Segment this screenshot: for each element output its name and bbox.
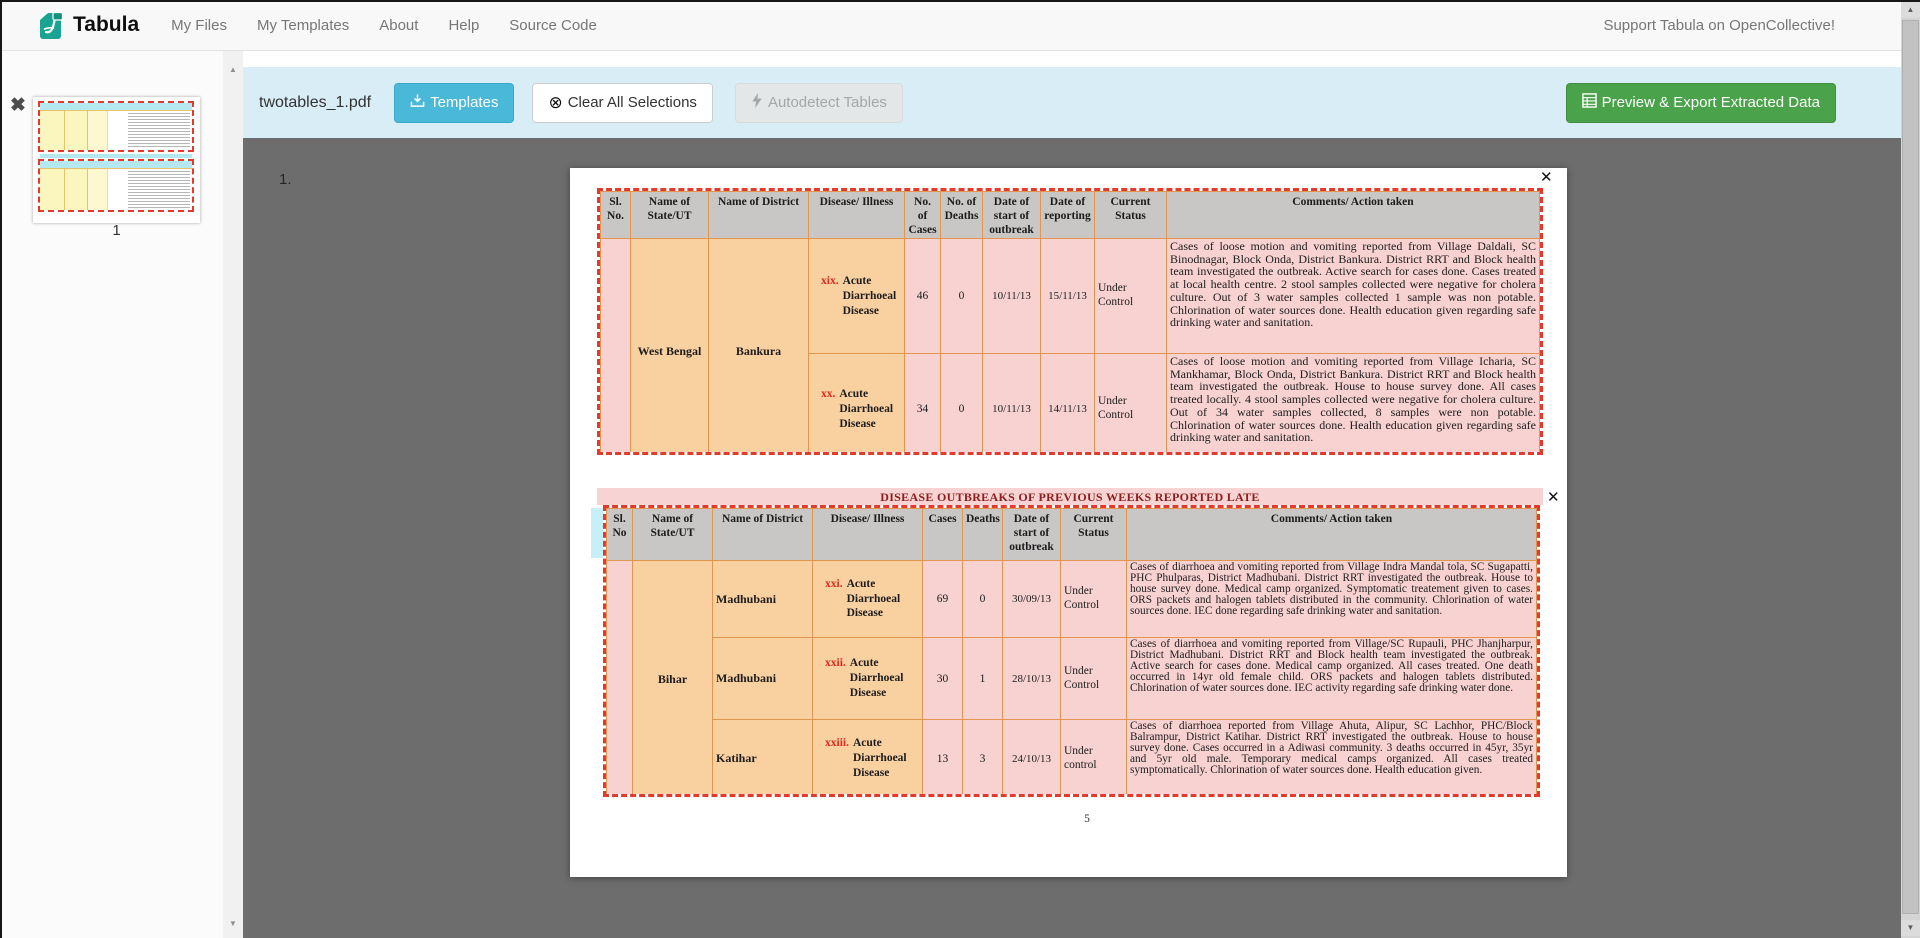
preview-export-button[interactable]: Preview & Export Extracted Data: [1566, 83, 1836, 123]
export-button-label: Preview & Export Extracted Data: [1602, 94, 1820, 111]
nav-links: My Files My Templates About Help Source …: [169, 13, 599, 38]
clear-button-label: Clear All Selections: [568, 94, 697, 111]
disease-cell: xix. Acute Diarrhoeal Disease: [812, 274, 901, 319]
district-cell: Madhubani: [713, 638, 813, 720]
templates-icon: [410, 93, 425, 112]
thumbnail-page-number: 1: [33, 222, 200, 239]
circled-x-icon: ⊗: [548, 94, 562, 111]
table2-title: DISEASE OUTBREAKS OF PREVIOUS WEEKS REPO…: [597, 488, 1543, 505]
document-canvas: 1. Sl. No. Name of State/UT Name of Dist…: [243, 138, 1901, 938]
lightning-bolt-icon: [751, 93, 763, 112]
disease-cell: xxiii. Acute Diarrhoeal Disease: [816, 736, 919, 781]
brand-title: Tabula: [73, 13, 139, 37]
thumbnail-table-header: [40, 161, 192, 169]
scroll-up-arrow-icon[interactable]: ▲: [223, 62, 243, 78]
deaths-cell: 0: [941, 354, 983, 455]
remove-selection-2-icon[interactable]: ✕: [1547, 490, 1560, 505]
report-date-cell: 14/11/13: [1041, 354, 1095, 455]
cases-cell: 13: [923, 720, 963, 798]
comments-cell: Cases of loose motion and vomiting repor…: [1167, 239, 1540, 354]
cases-cell: 30: [923, 638, 963, 720]
start-date-cell: 10/11/13: [983, 354, 1041, 455]
disease-cell: xxi. Acute Diarrhoeal Disease: [816, 577, 919, 622]
district-cell: Madhubani: [713, 561, 813, 638]
autodetect-button-label: Autodetect Tables: [768, 94, 887, 111]
window-left-edge: [0, 0, 2, 938]
disease-cell: xx. Acute Diarrhoeal Disease: [812, 387, 901, 432]
templates-button[interactable]: Templates: [394, 83, 514, 123]
support-link[interactable]: Support Tabula on OpenCollective!: [1603, 17, 1835, 34]
window-scrollbar[interactable]: ▲ ▼: [1901, 0, 1920, 938]
status-cell: Under Control: [1061, 638, 1127, 720]
table-row: Madhubani xxii. Acute Diarrhoeal Disease…: [607, 638, 1537, 720]
deaths-cell: 3: [963, 720, 1003, 798]
table-grid-icon: [1582, 93, 1597, 112]
status-cell: Under Control: [1095, 354, 1167, 455]
clear-all-selections-button[interactable]: ⊗ Clear All Selections: [532, 83, 712, 123]
report-date-cell: 15/11/13: [1041, 239, 1095, 354]
state-cell: Bihar: [633, 561, 713, 798]
deaths-cell: 1: [963, 638, 1003, 720]
page-thumbnail[interactable]: [33, 97, 200, 223]
table2-header-row: Sl. No Name of State/UT Name of District…: [607, 509, 1537, 561]
cases-cell: 34: [905, 354, 941, 455]
table-selection-1[interactable]: Sl. No. Name of State/UT Name of Distric…: [597, 188, 1543, 455]
start-date-cell: 24/10/13: [1003, 720, 1061, 798]
state-cell: West Bengal: [631, 239, 709, 455]
district-cell: Bankura: [709, 239, 809, 455]
pdf-page-footer-number: 5: [1075, 813, 1099, 825]
templates-button-label: Templates: [430, 94, 498, 111]
outbreak-table-2: Sl. No Name of State/UT Name of District…: [606, 508, 1537, 797]
status-cell: Under Control: [1095, 239, 1167, 354]
scroll-up-arrow-icon[interactable]: ▲: [1901, 2, 1920, 18]
pdf-filename: twotables_1.pdf: [259, 94, 371, 112]
scroll-down-arrow-icon[interactable]: ▼: [1901, 920, 1920, 936]
cases-cell: 46: [905, 239, 941, 354]
comments-cell: Cases of diarrhoea reported from Village…: [1127, 720, 1537, 798]
outbreak-table-1: Sl. No. Name of State/UT Name of Distric…: [600, 191, 1540, 455]
nav-item-about[interactable]: About: [377, 13, 420, 38]
remove-selection-1-icon[interactable]: ✕: [1540, 170, 1553, 185]
deaths-cell: 0: [963, 561, 1003, 638]
window-scrollbar-thumb[interactable]: [1902, 20, 1919, 914]
thumbnail-selection-2: [38, 159, 194, 212]
status-cell: Under control: [1061, 720, 1127, 798]
toolbar: twotables_1.pdf Templates ⊗ Clear All Se…: [243, 67, 1901, 138]
deaths-cell: 0: [941, 239, 983, 354]
start-date-cell: 28/10/13: [1003, 638, 1061, 720]
tabula-app: Tabula My Files My Templates About Help …: [0, 0, 1920, 938]
selection-handle-highlight: [591, 508, 603, 558]
navbar: Tabula My Files My Templates About Help …: [0, 0, 1901, 51]
start-date-cell: 10/11/13: [983, 239, 1041, 354]
district-cell: Katihar: [713, 720, 813, 798]
window-top-edge: [0, 0, 1920, 2]
table-row: Bihar Madhubani xxi. Acute Diarrhoeal Di…: [607, 561, 1537, 638]
tabula-logo-icon: [38, 9, 65, 41]
scroll-down-arrow-icon[interactable]: ▼: [223, 916, 243, 932]
thumbnail-table-header: [40, 103, 192, 111]
sidebar-scrollbar[interactable]: ▲ ▼: [223, 50, 243, 938]
autodetect-tables-button[interactable]: Autodetect Tables: [735, 83, 903, 123]
nav-item-my-templates[interactable]: My Templates: [255, 13, 351, 38]
thumbnail-selection-1: [38, 101, 194, 152]
table-selection-2[interactable]: Sl. No Name of State/UT Name of District…: [603, 505, 1540, 797]
comments-cell: Cases of diarrhoea and vomiting reported…: [1127, 638, 1537, 720]
nav-item-source-code[interactable]: Source Code: [507, 13, 599, 38]
start-date-cell: 30/09/13: [1003, 561, 1061, 638]
nav-item-help[interactable]: Help: [446, 13, 481, 38]
delete-page-icon[interactable]: ✖: [10, 96, 26, 115]
pdf-page[interactable]: Sl. No. Name of State/UT Name of Distric…: [570, 168, 1567, 877]
comments-cell: Cases of loose motion and vomiting repor…: [1167, 354, 1540, 455]
thumbnail-table2-title: [40, 154, 192, 158]
page-list-number: 1.: [279, 171, 292, 188]
nav-item-my-files[interactable]: My Files: [169, 13, 229, 38]
page-thumbnail-sidebar: ✖: [0, 50, 223, 938]
status-cell: Under Control: [1061, 561, 1127, 638]
table1-header-row: Sl. No. Name of State/UT Name of Distric…: [601, 192, 1540, 239]
cases-cell: 69: [923, 561, 963, 638]
table-row: Katihar xxiii. Acute Diarrhoeal Disease …: [607, 720, 1537, 798]
disease-cell: xxii. Acute Diarrhoeal Disease: [816, 656, 919, 701]
table-row: West Bengal Bankura xix. Acute Diarrhoea…: [601, 239, 1540, 354]
comments-cell: Cases of diarrhoea and vomiting reported…: [1127, 561, 1537, 638]
